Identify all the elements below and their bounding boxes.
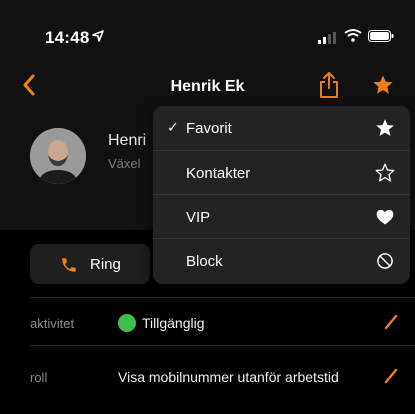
- favorite-category-menu: ✓ Favorit Kontakter VIP Block: [153, 106, 410, 284]
- row-divider: [30, 345, 415, 346]
- location-arrow-icon: [92, 30, 104, 42]
- edit-pencil-icon[interactable]: [384, 368, 398, 384]
- heart-icon: [376, 209, 394, 225]
- checkmark-icon: ✓: [167, 119, 179, 135]
- star-filled-icon: [376, 119, 394, 136]
- contact-subtitle: Växel: [108, 156, 141, 171]
- menu-item-favorit[interactable]: ✓ Favorit: [153, 106, 410, 150]
- contact-name: Henri: [108, 132, 147, 149]
- menu-item-vip[interactable]: VIP: [153, 194, 410, 239]
- call-button-label: Ring: [90, 256, 121, 273]
- status-time: 14:48: [45, 28, 90, 47]
- phone-icon: [62, 258, 76, 272]
- menu-item-label: Block: [186, 253, 223, 270]
- menu-item-kontakter[interactable]: Kontakter: [153, 150, 410, 195]
- status-available-icon: [118, 314, 136, 332]
- activity-label: aktivitet: [30, 316, 75, 331]
- activity-value: Tillgänglig: [142, 315, 205, 331]
- row-divider: [30, 297, 415, 298]
- menu-item-label: Kontakter: [186, 165, 251, 182]
- cellular-signal-icon: [318, 32, 336, 44]
- wifi-icon: [344, 29, 362, 42]
- favorite-star-icon[interactable]: [372, 74, 394, 96]
- edit-pencil-icon[interactable]: [384, 314, 398, 330]
- avatar: [30, 128, 86, 184]
- role-label: roll: [30, 370, 48, 385]
- star-outline-icon: [375, 163, 395, 182]
- menu-item-label: Favorit: [186, 120, 232, 137]
- role-value: Visa mobilnummer utanför arbetstid: [118, 369, 339, 385]
- person-photo: [30, 128, 86, 184]
- page-title: Henrik Ek: [170, 78, 245, 95]
- share-icon[interactable]: [318, 71, 340, 99]
- navigation-bar: Henrik Ek: [0, 66, 415, 110]
- battery-icon: [368, 30, 394, 42]
- status-bar: 14:48: [0, 0, 415, 66]
- call-button[interactable]: Ring: [30, 244, 150, 284]
- menu-item-block[interactable]: Block: [153, 238, 410, 283]
- menu-item-label: VIP: [186, 209, 211, 226]
- block-icon: [377, 253, 393, 269]
